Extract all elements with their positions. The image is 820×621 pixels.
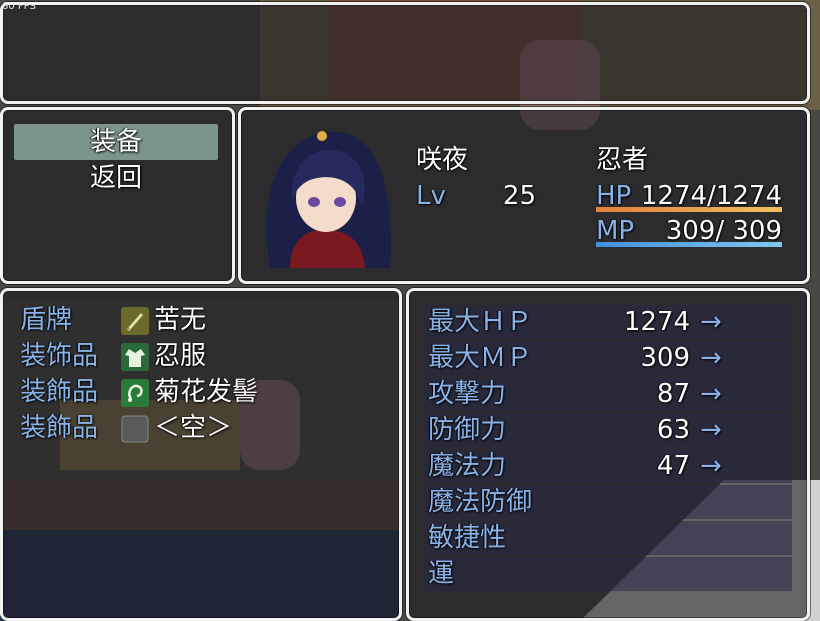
slot-row[interactable]: 装飾品 菊花发髻 bbox=[14, 377, 388, 411]
slot-item-name: 苦无 bbox=[154, 305, 207, 335]
actor-class: 忍者 bbox=[596, 145, 649, 175]
param-name: 最大ＭＰ bbox=[428, 343, 533, 373]
hp-label: HP bbox=[596, 181, 632, 211]
fps-counter: 60 FPS bbox=[2, 1, 37, 12]
slot-type-label: 装飾品 bbox=[20, 377, 99, 407]
hairpin-icon bbox=[121, 379, 149, 407]
slot-item-name: ＜空＞ bbox=[154, 413, 233, 443]
param-arrow: → bbox=[700, 415, 722, 445]
slot-type-label: 装饰品 bbox=[20, 341, 99, 371]
param-value: 47 bbox=[656, 451, 690, 481]
param-row: 最大ＭＰ 309 → bbox=[424, 343, 792, 375]
param-name: 魔法防御 bbox=[428, 487, 533, 517]
param-row: 攻撃力 87 → bbox=[424, 379, 792, 411]
param-row: 最大ＨＰ 1274 → bbox=[424, 307, 792, 339]
param-name: 攻撃力 bbox=[428, 379, 507, 409]
param-row: 魔法防御 bbox=[424, 487, 792, 519]
param-arrow: → bbox=[700, 307, 722, 337]
param-row: 防御力 63 → bbox=[424, 415, 792, 447]
param-name: 防御力 bbox=[428, 415, 507, 445]
help-window bbox=[0, 2, 810, 104]
param-name: 運 bbox=[428, 559, 455, 589]
param-arrow: → bbox=[700, 343, 722, 373]
param-value: 309 bbox=[640, 343, 690, 373]
param-name: 魔法力 bbox=[428, 451, 507, 481]
actor-name: 咲夜 bbox=[416, 145, 469, 175]
param-row: 運 bbox=[424, 559, 792, 591]
garment-icon bbox=[121, 343, 149, 371]
mp-value: 309/ 309 bbox=[665, 216, 782, 246]
slot-item-name: 菊花发髻 bbox=[154, 377, 259, 407]
param-value: 1274 bbox=[623, 307, 690, 337]
empty-slot-icon bbox=[121, 415, 149, 443]
slot-row[interactable]: 盾牌 苦无 bbox=[14, 305, 388, 339]
command-back[interactable]: 返回 bbox=[14, 163, 218, 193]
slot-type-label: 装飾品 bbox=[20, 413, 99, 443]
hp-value: 1274/1274 bbox=[640, 181, 782, 211]
level-label: Lv bbox=[416, 181, 446, 211]
slot-row[interactable]: 装饰品 忍服 bbox=[14, 341, 388, 375]
param-name: 敏捷性 bbox=[428, 523, 507, 553]
param-row: 敏捷性 bbox=[424, 523, 792, 555]
command-equip[interactable]: 装备 bbox=[14, 127, 218, 157]
slot-item-name: 忍服 bbox=[154, 341, 207, 371]
mp-label: MP bbox=[596, 216, 635, 246]
actor-portrait bbox=[266, 131, 391, 268]
slot-row[interactable]: 装飾品 ＜空＞ bbox=[14, 413, 388, 447]
param-value: 63 bbox=[656, 415, 690, 445]
param-arrow: → bbox=[700, 451, 722, 481]
level-value: 25 bbox=[502, 181, 536, 211]
param-arrow: → bbox=[700, 379, 722, 409]
param-value: 87 bbox=[656, 379, 690, 409]
kunai-icon bbox=[121, 307, 149, 335]
param-name: 最大ＨＰ bbox=[428, 307, 533, 337]
param-row: 魔法力 47 → bbox=[424, 451, 792, 483]
slot-type-label: 盾牌 bbox=[20, 305, 73, 335]
